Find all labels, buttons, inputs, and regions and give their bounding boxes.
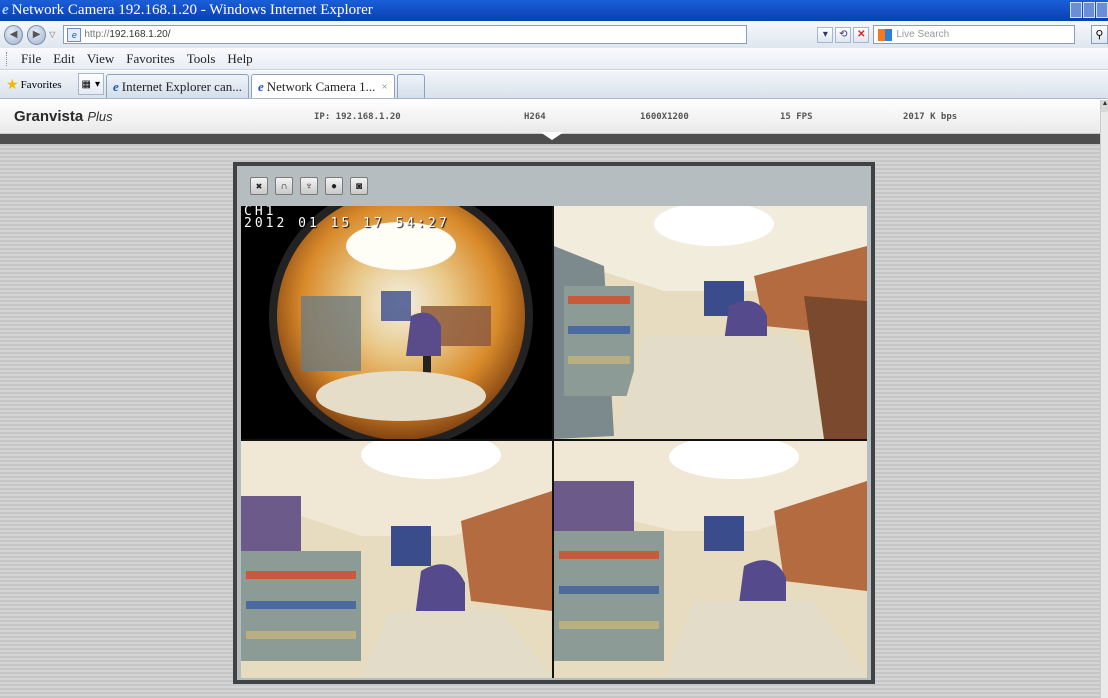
search-placeholder: Live Search [896, 29, 950, 40]
search-input[interactable]: Live Search [873, 25, 1075, 44]
address-input[interactable]: e http:// 192.168.1.20/ [63, 25, 748, 44]
video-feed-fisheye[interactable]: CH1 2012 01 15 17 54:27 [241, 206, 552, 439]
collapse-header-toggle[interactable] [540, 132, 564, 140]
menu-grip [6, 51, 8, 66]
address-dropdown-icon[interactable]: ▾ [817, 26, 834, 43]
camera-bitrate: 2017 K bps [903, 112, 958, 122]
address-tools: ▾ ⟲ ✕ [817, 26, 870, 43]
fullscreen-icon: ✖ [255, 181, 263, 191]
menu-tools[interactable]: Tools [186, 51, 217, 67]
camera-header: Granvista Plus IP: 192.168.1.20 H264 160… [0, 100, 1100, 134]
ie-logo-icon: e [2, 2, 9, 18]
history-dropdown-icon[interactable]: ▽ [49, 30, 55, 39]
ie-tab-icon: e [113, 78, 119, 94]
url-prefix: http:// [84, 29, 110, 40]
url-host: 192.168.1.20/ [109, 29, 171, 40]
menu-file[interactable]: File [20, 51, 42, 67]
video-feed-view-4[interactable] [554, 441, 867, 678]
viewer-toolbar: ✖ ∩ ♆ ● ◙ [250, 177, 368, 195]
headphones-icon: ∩ [280, 180, 288, 192]
tab-ie-error[interactable]: e Internet Explorer can... [106, 74, 249, 98]
record-icon: ● [330, 180, 338, 192]
room-scene-image [554, 441, 867, 678]
audio-listen-button[interactable]: ∩ [275, 177, 293, 195]
back-button[interactable]: ◀ [4, 24, 24, 45]
osd-timestamp: 2012 01 15 17 54:27 [244, 216, 450, 231]
search-button[interactable]: ⚲ [1090, 25, 1108, 44]
maximize-button[interactable] [1083, 2, 1095, 18]
quick-tabs-icon: ▦ [81, 78, 91, 90]
header-divider [0, 132, 1100, 144]
address-row: ◀ ▶ ▽ e http:// 192.168.1.20/ ▾ ⟲ ✕ Live… [0, 21, 1108, 48]
menu-edit[interactable]: Edit [52, 51, 76, 67]
tab-label: Internet Explorer can... [121, 78, 242, 94]
brand-suffix: Plus [87, 109, 113, 124]
tab-row: ★ Favorites ▦ ▾ e Internet Explorer can.… [0, 71, 1108, 99]
talk-button[interactable]: ♆ [300, 177, 318, 195]
menu-bar: File Edit View Favorites Tools Help [0, 48, 1108, 70]
microphone-icon: ♆ [305, 180, 313, 192]
video-viewer: ✖ ∩ ♆ ● ◙ CH1 2012 01 15 17 54:27 [233, 162, 875, 684]
video-quad-grid: CH1 2012 01 15 17 54:27 [241, 206, 867, 678]
brand-name: Granvista [14, 108, 84, 125]
camera-brand: Granvista Plus [14, 108, 113, 125]
menu-view[interactable]: View [86, 51, 115, 67]
video-feed-view-3[interactable] [241, 441, 552, 678]
tab-label: Network Camera 1... [266, 78, 376, 94]
tab-network-camera[interactable]: e Network Camera 1... × [250, 74, 395, 98]
stop-icon[interactable]: ✕ [853, 26, 870, 43]
room-scene-image [241, 441, 552, 678]
fisheye-scene-image [241, 206, 552, 439]
new-tab-button[interactable] [396, 74, 425, 98]
fullscreen-button[interactable]: ✖ [250, 177, 268, 195]
camera-codec: H264 [524, 112, 546, 122]
page-icon: e [67, 27, 82, 42]
favorites-label: Favorites [20, 79, 62, 91]
live-search-icon [878, 28, 893, 41]
favorites-star-icon: ★ [6, 77, 19, 93]
vertical-scrollbar[interactable]: ▲ [1100, 100, 1108, 698]
menu-help[interactable]: Help [226, 51, 253, 67]
tab-close-icon[interactable]: × [381, 81, 387, 93]
osd-overlay: CH1 2012 01 15 17 54:27 [244, 206, 450, 230]
snapshot-icon: ◙ [355, 180, 363, 192]
quick-tabs-button[interactable]: ▦ ▾ [77, 73, 104, 95]
record-button[interactable]: ● [325, 177, 343, 195]
camera-fps: 15 FPS [780, 112, 813, 122]
scroll-up-icon[interactable]: ▲ [1101, 100, 1108, 112]
camera-resolution: 1600X1200 [640, 112, 689, 122]
window-title-bar: e Network Camera 192.168.1.20 - Windows … [0, 0, 1108, 21]
close-button[interactable] [1096, 2, 1108, 18]
video-feed-view-2[interactable] [554, 206, 867, 439]
menu-favorites[interactable]: Favorites [125, 51, 175, 67]
window-controls [1070, 2, 1108, 18]
window-title: Network Camera 192.168.1.20 - Windows In… [11, 2, 373, 18]
tab-list-dropdown-icon[interactable]: ▾ [95, 79, 100, 90]
ie-tab-icon: e [257, 78, 264, 94]
refresh-icon[interactable]: ⟲ [835, 26, 852, 43]
favorites-button[interactable]: ★ Favorites [0, 72, 68, 98]
forward-button[interactable]: ▶ [27, 24, 47, 45]
room-scene-image [554, 206, 867, 439]
camera-ip: IP: 192.168.1.20 [314, 112, 401, 122]
minimize-button[interactable] [1070, 2, 1082, 18]
snapshot-button[interactable]: ◙ [350, 177, 368, 195]
